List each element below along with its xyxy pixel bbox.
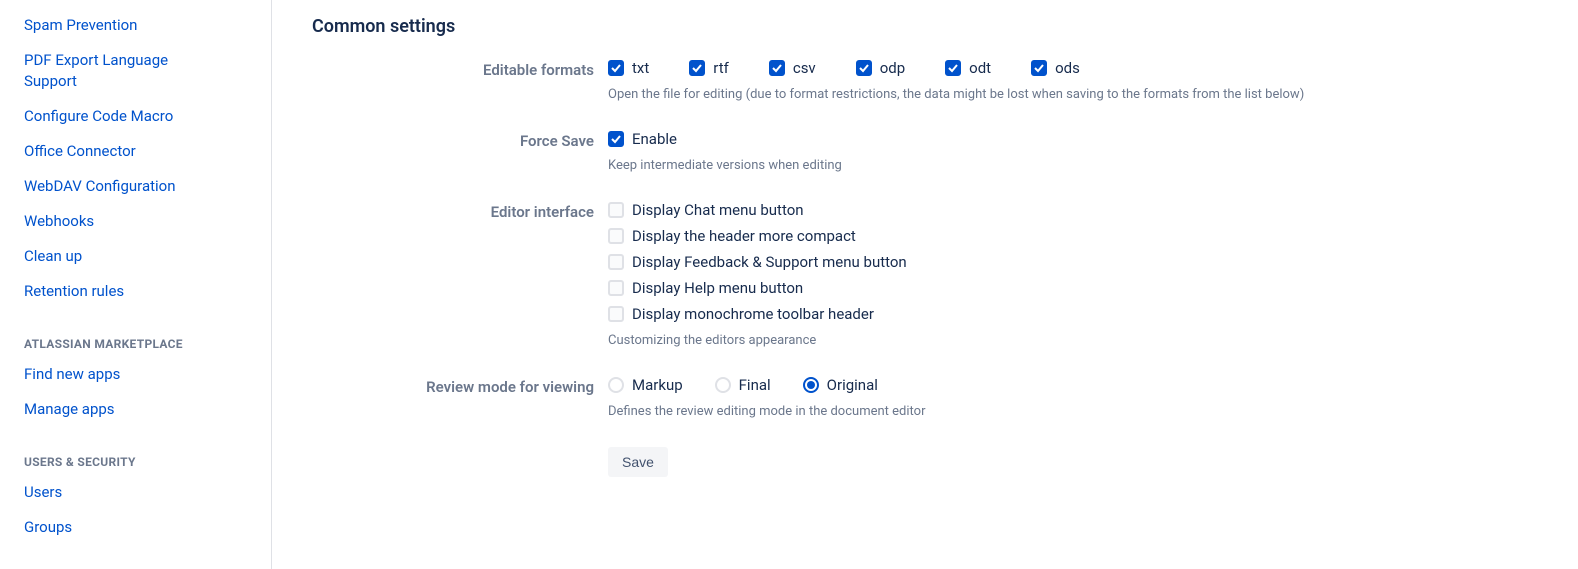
sidebar-item-clean-up[interactable]: Clean up <box>24 239 271 274</box>
sidebar-item-manage-apps[interactable]: Manage apps <box>24 392 271 427</box>
checkbox-label: Display the header more compact <box>632 227 856 245</box>
label-editor-interface: Editor interface <box>312 201 608 221</box>
checkbox-label: Display Feedback & Support menu button <box>632 253 907 271</box>
sidebar-item-configure-code-macro[interactable]: Configure Code Macro <box>24 99 271 134</box>
row-editable-formats: Editable formats txt rtf csv odp odt ods Open… <box>312 59 1538 102</box>
sidebar-item-pdf-export-language-support[interactable]: PDF Export Language Support <box>24 43 204 99</box>
checkbox-icon <box>608 131 624 147</box>
label-force-save: Force Save <box>312 130 608 150</box>
sidebar-item-users[interactable]: Users <box>24 475 271 510</box>
checkbox-label: odp <box>880 59 905 77</box>
checkbox-display-monochrome-toolbar-header[interactable]: Display monochrome toolbar header <box>608 305 1538 323</box>
checkbox-label: Enable <box>632 130 677 148</box>
checkbox-label: Display Help menu button <box>632 279 803 297</box>
sidebar-item-groups[interactable]: Groups <box>24 510 271 545</box>
row-review-mode: Review mode for viewing Markup Final Origi… <box>312 376 1538 419</box>
checkbox-icon <box>608 228 624 244</box>
row-editor-interface: Editor interface Display Chat menu butto… <box>312 201 1538 348</box>
checkbox-icon <box>769 60 785 76</box>
checkbox-icon <box>945 60 961 76</box>
radio-review-final[interactable]: Final <box>715 376 771 394</box>
sidebar-item-find-new-apps[interactable]: Find new apps <box>24 357 271 392</box>
sidebar-heading-users-security: USERS & SECURITY <box>24 427 271 475</box>
checkbox-icon <box>608 306 624 322</box>
checkbox-icon <box>608 280 624 296</box>
help-force-save: Keep intermediate versions when editing <box>608 158 1538 173</box>
checkbox-force-save-enable[interactable]: Enable <box>608 130 1538 148</box>
checkbox-display-feedback-support-menu-button[interactable]: Display Feedback & Support menu button <box>608 253 1538 271</box>
radio-icon <box>803 377 819 393</box>
radio-icon <box>608 377 624 393</box>
checkbox-format-rtf[interactable]: rtf <box>689 59 729 77</box>
page-title: Common settings <box>312 16 1538 37</box>
checkbox-label: Display Chat menu button <box>632 201 804 219</box>
checkbox-display-chat-menu-button[interactable]: Display Chat menu button <box>608 201 1538 219</box>
checkbox-icon <box>689 60 705 76</box>
radio-label: Original <box>827 376 878 394</box>
sidebar-item-webhooks[interactable]: Webhooks <box>24 204 271 239</box>
sidebar-item-spam-prevention[interactable]: Spam Prevention <box>24 8 271 43</box>
checkbox-label: ods <box>1055 59 1080 77</box>
main-content: Common settings Editable formats txt rtf c… <box>272 0 1578 569</box>
checkbox-label: rtf <box>713 59 729 77</box>
radio-review-original[interactable]: Original <box>803 376 878 394</box>
sidebar-item-webdav-configuration[interactable]: WebDAV Configuration <box>24 169 271 204</box>
checkbox-format-odp[interactable]: odp <box>856 59 905 77</box>
radio-label: Markup <box>632 376 683 394</box>
checkbox-icon <box>856 60 872 76</box>
checkbox-format-odt[interactable]: odt <box>945 59 991 77</box>
radio-icon <box>715 377 731 393</box>
checkbox-icon <box>608 254 624 270</box>
help-editable-formats: Open the file for editing (due to format… <box>608 87 1538 102</box>
row-force-save: Force Save Enable Keep intermediate vers… <box>312 130 1538 173</box>
sidebar-item-office-connector[interactable]: Office Connector <box>24 134 271 169</box>
checkbox-icon <box>608 202 624 218</box>
label-review-mode: Review mode for viewing <box>312 376 608 396</box>
checkbox-format-txt[interactable]: txt <box>608 59 649 77</box>
row-save: Save <box>312 447 1538 477</box>
radio-review-markup[interactable]: Markup <box>608 376 683 394</box>
checkbox-format-ods[interactable]: ods <box>1031 59 1080 77</box>
checkbox-label: csv <box>793 59 816 77</box>
checkbox-icon <box>1031 60 1047 76</box>
label-editable-formats: Editable formats <box>312 59 608 79</box>
checkbox-label: Display monochrome toolbar header <box>632 305 874 323</box>
sidebar: Spam Prevention PDF Export Language Supp… <box>0 0 272 569</box>
sidebar-item-retention-rules[interactable]: Retention rules <box>24 274 271 309</box>
save-button[interactable]: Save <box>608 447 668 477</box>
help-review-mode: Defines the review editing mode in the d… <box>608 404 1538 419</box>
checkbox-format-csv[interactable]: csv <box>769 59 816 77</box>
help-editor-interface: Customizing the editors appearance <box>608 333 1538 348</box>
checkbox-label: odt <box>969 59 991 77</box>
sidebar-heading-marketplace: ATLASSIAN MARKETPLACE <box>24 309 271 357</box>
checkbox-display-the-header-more-compact[interactable]: Display the header more compact <box>608 227 1538 245</box>
checkbox-label: txt <box>632 59 649 77</box>
checkbox-display-help-menu-button[interactable]: Display Help menu button <box>608 279 1538 297</box>
checkbox-icon <box>608 60 624 76</box>
radio-label: Final <box>739 376 771 394</box>
